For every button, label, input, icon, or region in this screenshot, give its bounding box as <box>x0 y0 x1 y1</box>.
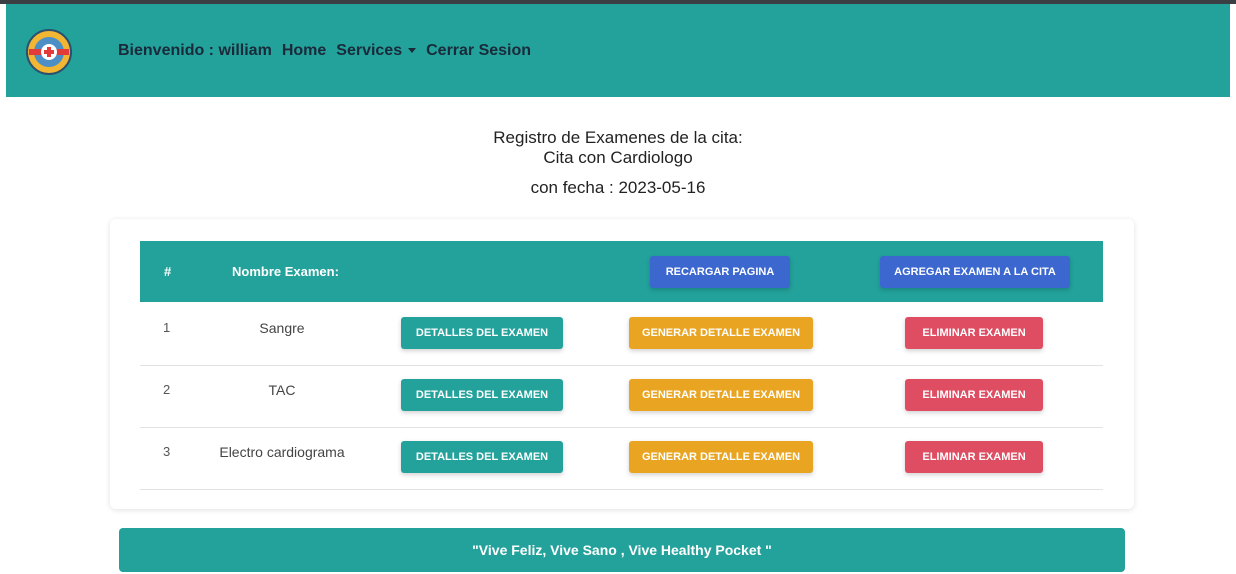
exams-card: # Nombre Examen: RECARGAR PAGINA AGREGAR… <box>110 219 1134 509</box>
exam-name: Sangre <box>259 320 305 336</box>
delete-exam-button[interactable]: ELIMINAR EXAMEN <box>905 379 1043 411</box>
exam-name: TAC <box>268 382 296 398</box>
page-title: Registro de Examenes de la cita: <box>493 128 743 147</box>
nav-logout[interactable]: Cerrar Sesion <box>426 42 531 60</box>
exam-details-button[interactable]: DETALLES DEL EXAMEN <box>401 441 563 473</box>
nav-services-label: Services <box>336 42 403 59</box>
reload-page-button[interactable]: RECARGAR PAGINA <box>650 256 790 288</box>
nav-services-dropdown[interactable]: Services <box>336 42 417 60</box>
row-number: 3 <box>163 444 171 459</box>
generate-exam-detail-button[interactable]: GENERAR DETALLE EXAMEN <box>629 441 813 473</box>
add-exam-button[interactable]: AGREGAR EXAMEN A LA CITA <box>880 256 1070 288</box>
logo-icon[interactable] <box>25 28 73 76</box>
table-header: # Nombre Examen: RECARGAR PAGINA AGREGAR… <box>140 241 1103 302</box>
generate-exam-detail-button[interactable]: GENERAR DETALLE EXAMEN <box>629 379 813 411</box>
exam-details-button[interactable]: DETALLES DEL EXAMEN <box>401 379 563 411</box>
table-row: 3 Electro cardiograma DETALLES DEL EXAME… <box>140 427 1103 490</box>
row-number: 2 <box>163 382 171 397</box>
col-header-number: # <box>164 264 172 279</box>
nav-welcome[interactable]: Bienvenido : william <box>118 42 272 60</box>
exam-name: Electro cardiograma <box>219 444 345 460</box>
generate-exam-detail-button[interactable]: GENERAR DETALLE EXAMEN <box>629 317 813 349</box>
delete-exam-button[interactable]: ELIMINAR EXAMEN <box>905 441 1043 473</box>
row-number: 1 <box>163 320 171 335</box>
table-row: 2 TAC DETALLES DEL EXAMEN GENERAR DETALL… <box>140 365 1103 428</box>
navbar: Bienvenido : william Home Services Cerra… <box>6 4 1230 97</box>
footer-slogan: "Vive Feliz, Vive Sano , Vive Healthy Po… <box>119 528 1125 572</box>
table-row: 1 Sangre DETALLES DEL EXAMEN GENERAR DET… <box>140 303 1103 366</box>
col-header-name: Nombre Examen: <box>232 264 339 279</box>
appointment-date: con fecha : 2023-05-16 <box>530 178 706 197</box>
caret-down-icon <box>408 48 417 54</box>
nav-home[interactable]: Home <box>282 42 326 60</box>
appointment-name: Cita con Cardiologo <box>543 148 693 167</box>
exam-details-button[interactable]: DETALLES DEL EXAMEN <box>401 317 563 349</box>
delete-exam-button[interactable]: ELIMINAR EXAMEN <box>905 317 1043 349</box>
